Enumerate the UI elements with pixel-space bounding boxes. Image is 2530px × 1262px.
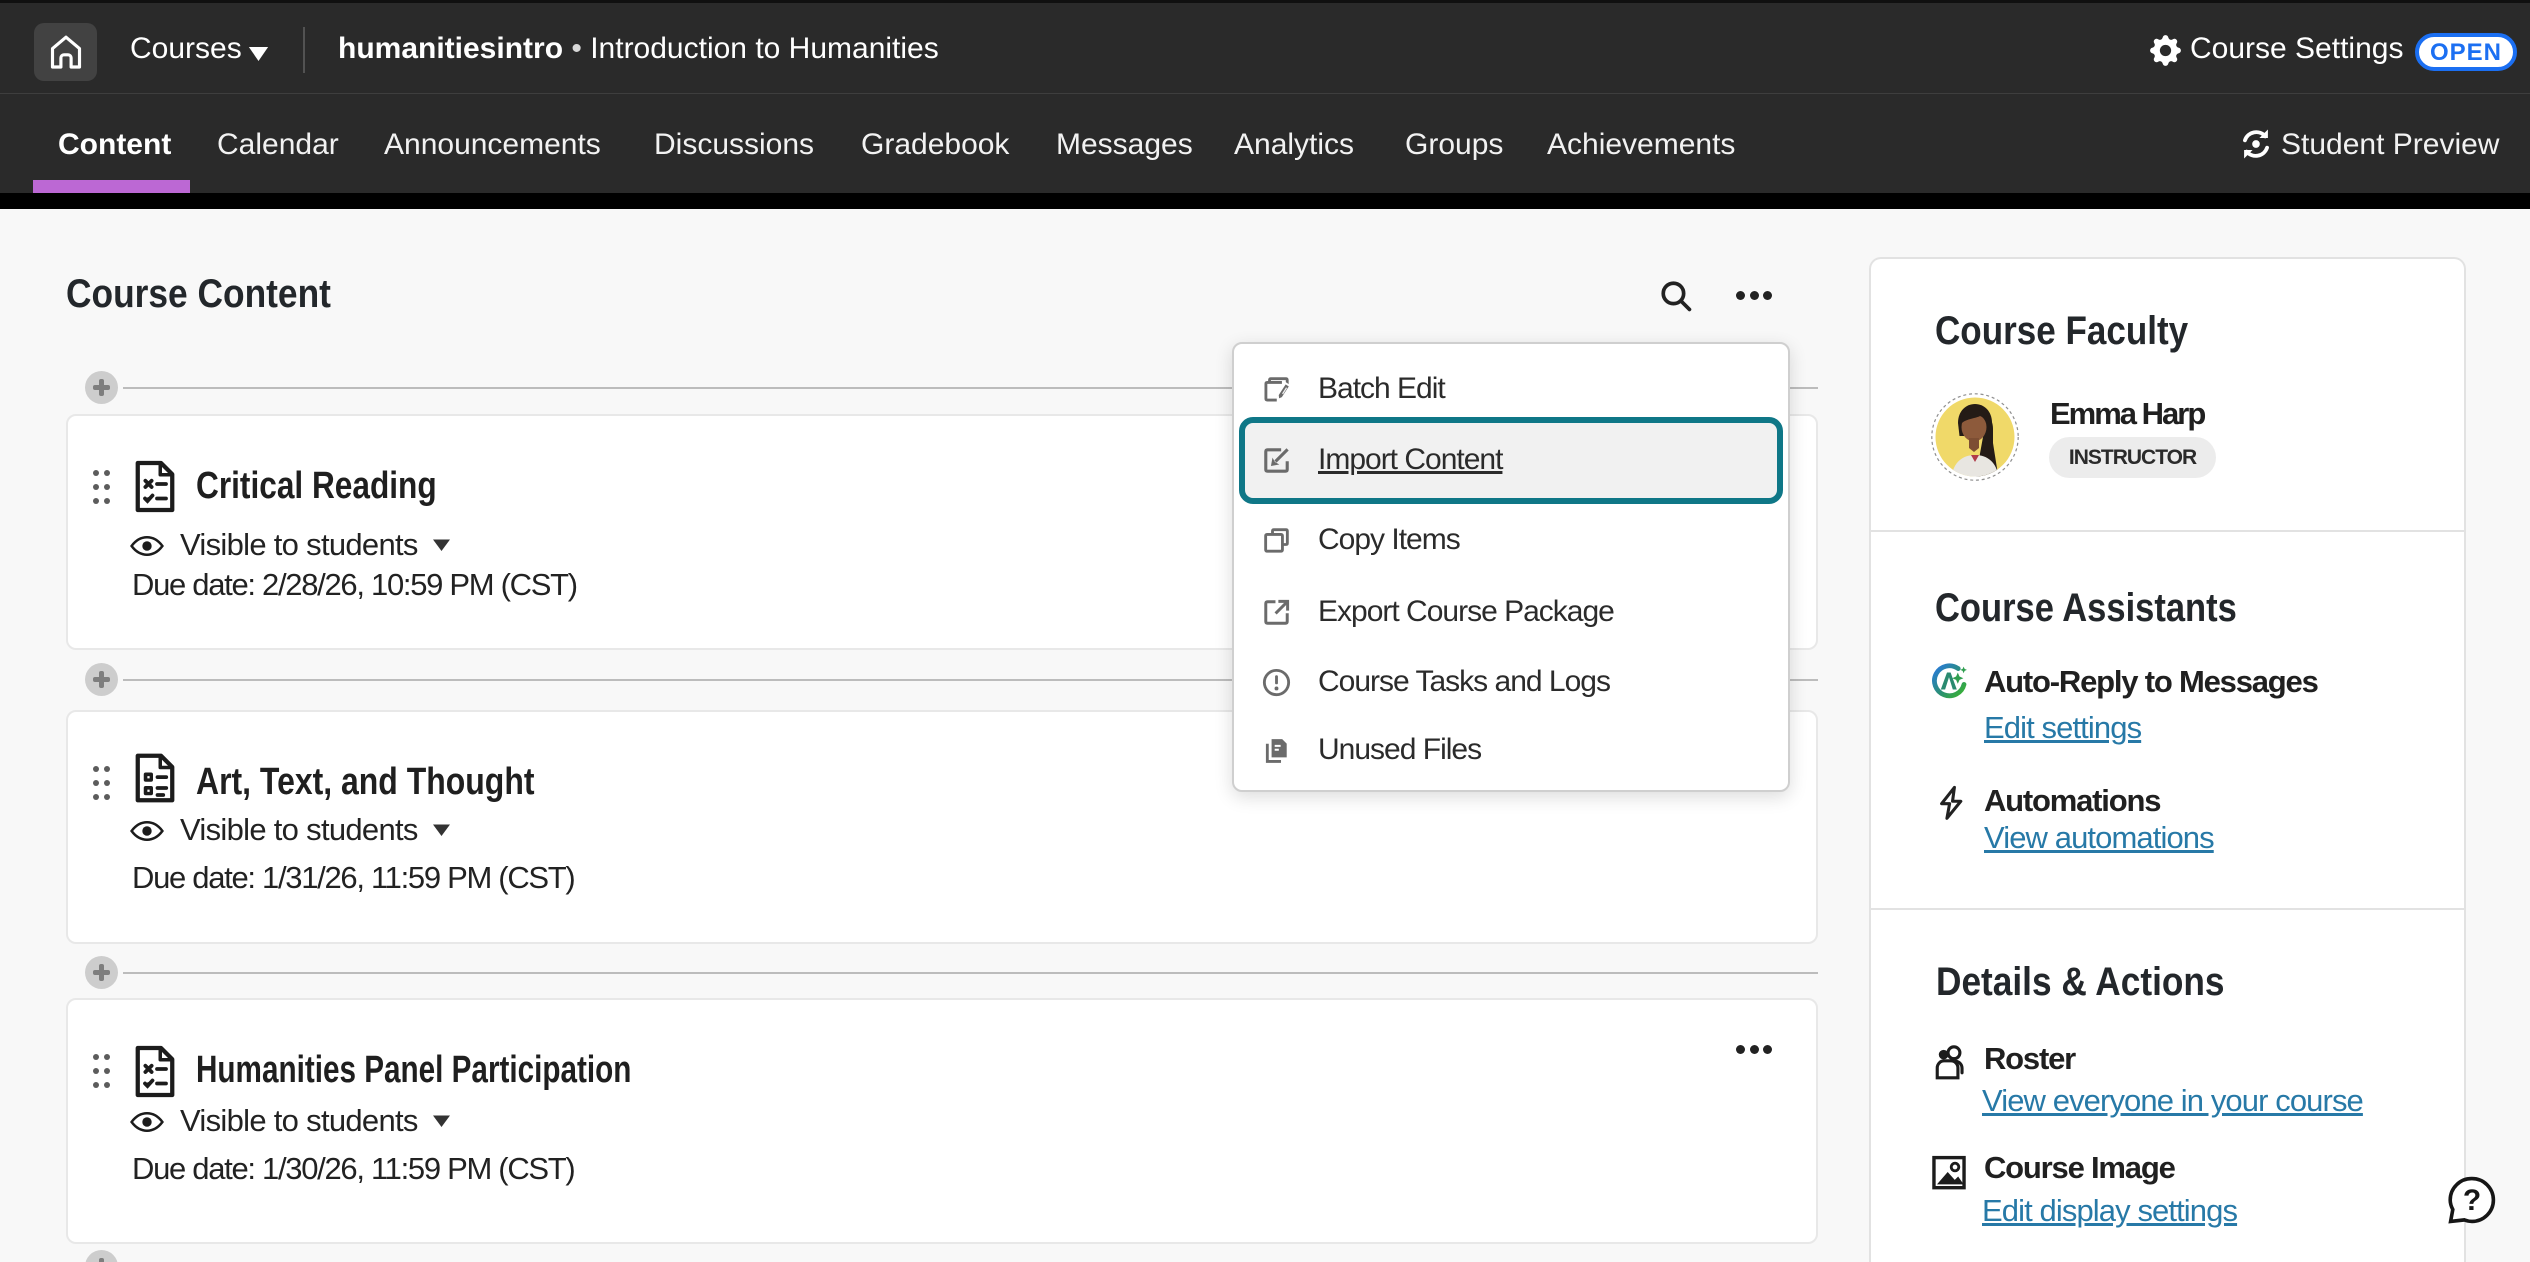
svg-text:?: ? xyxy=(2463,1184,2481,1217)
